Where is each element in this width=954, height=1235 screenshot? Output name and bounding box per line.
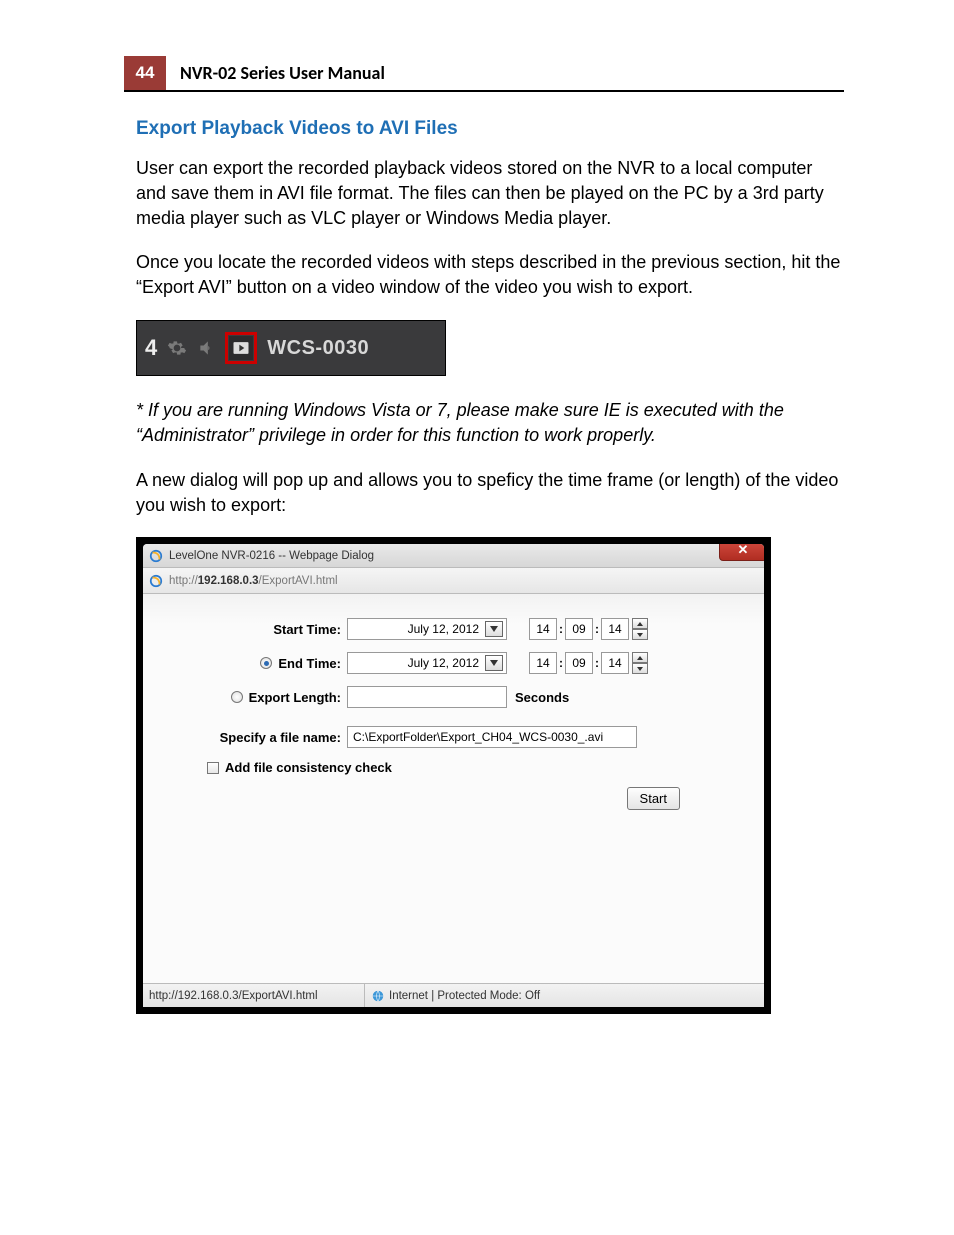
channel-number: 4 xyxy=(145,335,157,361)
filename-label: Specify a file name: xyxy=(169,730,347,745)
spinner-down-icon[interactable] xyxy=(632,629,648,640)
start-button[interactable]: Start xyxy=(627,787,680,810)
status-zone: Internet | Protected Mode: Off xyxy=(365,989,764,1003)
page-header-title: NVR-02 Series User Manual xyxy=(166,56,385,90)
body-paragraph: Once you locate the recorded videos with… xyxy=(136,250,844,300)
export-length-label[interactable]: Export Length: xyxy=(169,690,347,705)
speaker-icon xyxy=(195,336,219,360)
time-colon: : xyxy=(593,622,601,636)
spinner-up-icon[interactable] xyxy=(632,652,648,663)
url-path: /ExportAVI.html xyxy=(259,575,338,587)
page-header: 44 NVR-02 Series User Manual xyxy=(124,56,844,92)
dialog-title: LevelOne NVR-0216 -- Webpage Dialog xyxy=(169,550,374,562)
start-date-value: July 12, 2012 xyxy=(408,622,479,636)
body-paragraph: User can export the recorded playback vi… xyxy=(136,156,844,230)
export-length-field[interactable] xyxy=(347,686,507,708)
close-button[interactable]: ✕ xyxy=(719,544,764,561)
start-ss-field[interactable]: 14 xyxy=(601,618,629,640)
dropdown-icon[interactable] xyxy=(485,655,503,671)
start-time-row: Start Time: July 12, 2012 14 : 09 : 14 xyxy=(169,618,738,640)
end-date-field[interactable]: July 12, 2012 xyxy=(347,652,507,674)
consistency-label-text: Add file consistency check xyxy=(225,760,392,775)
section-heading: Export Playback Videos to AVI Files xyxy=(136,118,844,140)
end-date-value: July 12, 2012 xyxy=(408,656,479,670)
dropdown-icon[interactable] xyxy=(485,621,503,637)
dialog-window: LevelOne NVR-0216 -- Webpage Dialog ✕ ht… xyxy=(143,544,764,1007)
consistency-row: Add file consistency check xyxy=(169,760,738,775)
dialog-body: Start Time: July 12, 2012 14 : 09 : 14 xyxy=(143,594,764,983)
dialog-titlebar: LevelOne NVR-0216 -- Webpage Dialog ✕ xyxy=(143,544,764,568)
time-colon: : xyxy=(557,622,565,636)
dialog-status-bar: http://192.168.0.3/ExportAVI.html Intern… xyxy=(143,983,764,1007)
time-colon: : xyxy=(593,656,601,670)
video-toolbar-figure: 4 WCS-0030 xyxy=(136,320,446,376)
ie-icon xyxy=(149,574,163,588)
close-icon: ✕ xyxy=(738,544,749,558)
export-avi-button-highlight xyxy=(225,332,257,364)
consistency-checkbox[interactable] xyxy=(207,762,219,774)
spinner-down-icon[interactable] xyxy=(632,663,648,674)
start-time-spinner[interactable] xyxy=(632,618,648,640)
end-mm-field[interactable]: 09 xyxy=(565,652,593,674)
status-zone-text: Internet | Protected Mode: Off xyxy=(389,990,540,1002)
end-time-row: End Time: July 12, 2012 14 : 09 : 14 xyxy=(169,652,738,674)
page-number-box: 44 xyxy=(124,56,166,90)
status-url: http://192.168.0.3/ExportAVI.html xyxy=(143,984,365,1007)
url-prefix: http:// xyxy=(169,575,198,587)
end-time-label-text: End Time: xyxy=(278,656,341,671)
start-time-label: Start Time: xyxy=(169,622,347,637)
start-mm-field[interactable]: 09 xyxy=(565,618,593,640)
export-length-radio[interactable] xyxy=(231,691,243,703)
spinner-up-icon[interactable] xyxy=(632,618,648,629)
camera-label: WCS-0030 xyxy=(267,337,369,360)
start-hh-field[interactable]: 14 xyxy=(529,618,557,640)
ie-icon xyxy=(149,549,163,563)
note-paragraph: * If you are running Windows Vista or 7,… xyxy=(136,398,844,448)
end-time-radio[interactable] xyxy=(260,657,272,669)
end-time-group: 14 : 09 : 14 xyxy=(529,652,648,674)
seconds-label: Seconds xyxy=(515,690,569,705)
consistency-check-control[interactable]: Add file consistency check xyxy=(207,760,398,775)
dialog-url-bar: http://192.168.0.3/ExportAVI.html xyxy=(143,568,764,594)
gear-icon xyxy=(165,336,189,360)
export-length-row: Export Length: Seconds xyxy=(169,686,738,708)
start-date-field[interactable]: July 12, 2012 xyxy=(347,618,507,640)
end-time-label[interactable]: End Time: xyxy=(169,656,347,671)
export-avi-icon[interactable] xyxy=(229,336,253,360)
dialog-url: http://192.168.0.3/ExportAVI.html xyxy=(169,575,338,587)
start-time-group: 14 : 09 : 14 xyxy=(529,618,648,640)
end-ss-field[interactable]: 14 xyxy=(601,652,629,674)
export-length-label-text: Export Length: xyxy=(249,690,341,705)
body-paragraph: A new dialog will pop up and allows you … xyxy=(136,468,844,518)
start-button-row: Start xyxy=(169,787,738,810)
url-host: 192.168.0.3 xyxy=(198,575,259,587)
end-time-spinner[interactable] xyxy=(632,652,648,674)
globe-icon xyxy=(371,989,385,1003)
time-colon: : xyxy=(557,656,565,670)
export-avi-dialog-figure: LevelOne NVR-0216 -- Webpage Dialog ✕ ht… xyxy=(136,537,771,1014)
end-hh-field[interactable]: 14 xyxy=(529,652,557,674)
filename-row: Specify a file name: C:\ExportFolder\Exp… xyxy=(169,726,738,748)
filename-field[interactable]: C:\ExportFolder\Export_CH04_WCS-0030_.av… xyxy=(347,726,637,748)
